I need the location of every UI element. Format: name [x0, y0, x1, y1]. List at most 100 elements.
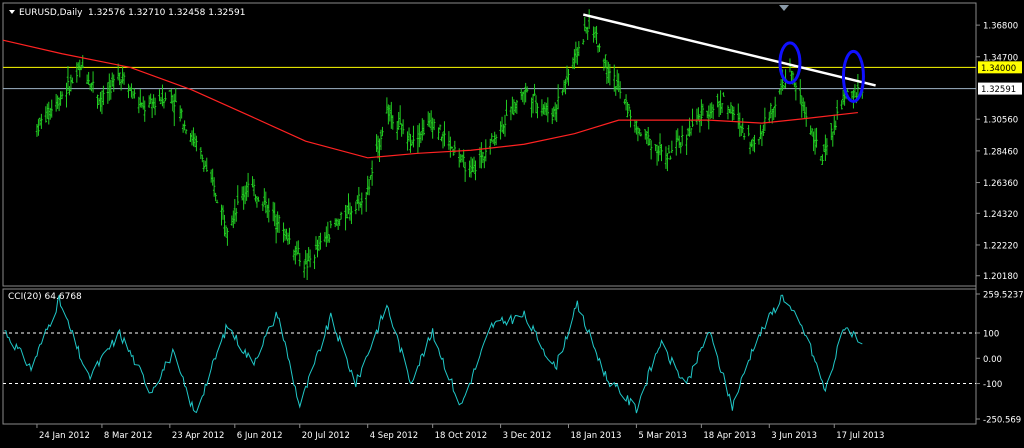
ohlc-bar — [267, 198, 270, 223]
ohlc-bar — [450, 146, 454, 150]
ohlc-bar — [586, 26, 589, 40]
ohlc-bar — [88, 83, 92, 91]
ohlc-bar — [524, 82, 527, 103]
ohlc-bar — [263, 188, 266, 206]
ohlc-bar — [536, 103, 539, 119]
ohlc-bar — [831, 131, 834, 147]
ohlc-bar — [215, 199, 219, 204]
ohlc-bar — [37, 119, 40, 136]
ohlc-bar — [96, 94, 99, 109]
ohlc-bar — [850, 90, 854, 99]
ohlc-bar — [595, 25, 598, 44]
ohlc-bar — [251, 176, 254, 188]
ohlc-bar — [143, 100, 146, 122]
ohlc-bar — [675, 130, 678, 156]
ohlc-bar — [716, 93, 719, 108]
ohlc-bar — [799, 79, 802, 104]
ohlc-bar — [679, 142, 682, 154]
moving-average-layer — [2, 39, 858, 159]
ohlc-bar — [654, 144, 657, 152]
ohlc-bar — [178, 105, 182, 122]
ohlc-bar — [345, 205, 349, 219]
ohlc-bar — [350, 206, 353, 225]
ohlc-bar — [802, 97, 805, 112]
ohlc-bar — [379, 129, 383, 151]
ohlc-bar — [738, 112, 741, 137]
ohlc-bar — [830, 123, 833, 141]
ohlc-bar — [240, 186, 244, 201]
ohlc-bar — [585, 26, 588, 34]
ohlc-bar — [205, 157, 208, 172]
ohlc-bar — [605, 60, 609, 84]
ohlc-bar — [805, 106, 808, 127]
ohlc-bar — [388, 105, 392, 122]
ohlc-bar — [710, 102, 713, 119]
dropdown-triangle-icon[interactable] — [9, 10, 15, 14]
ohlc-bar — [676, 128, 679, 141]
price-tick-label: 1.20180 — [983, 272, 1018, 282]
ohlc-bar — [836, 99, 839, 120]
ohlc-bar — [75, 62, 79, 83]
ohlc-bar — [648, 138, 651, 146]
ohlc-bar — [277, 214, 281, 233]
ohlc-bar — [769, 102, 772, 118]
ohlc-bar — [747, 125, 750, 137]
cci-tick-label: 100 — [983, 329, 999, 339]
ohlc-bar — [740, 125, 743, 137]
ohlc-bar — [153, 97, 157, 116]
ohlc-bar — [406, 131, 409, 151]
ohlc-bar — [118, 72, 121, 86]
ohlc-bar — [298, 252, 301, 267]
ohlc-bar — [329, 220, 332, 229]
ohlc-bar — [183, 120, 186, 131]
ohlc-bar — [254, 194, 257, 202]
ohlc-bar — [853, 84, 857, 98]
ohlc-bar — [359, 201, 362, 208]
ohlc-bar — [666, 153, 669, 172]
ohlc-bar — [235, 208, 238, 222]
ohlc-bar — [397, 111, 400, 130]
ohlc-bar — [193, 133, 197, 148]
time-tick-label: 18 Oct 2012 — [435, 431, 488, 441]
ohlc-bar — [583, 16, 586, 32]
cci-tick-label: -100 — [983, 380, 1002, 390]
ohlc-bar — [360, 192, 363, 215]
ohlc-bar — [412, 125, 415, 148]
ohlc-bar — [209, 169, 213, 183]
symbol-label: EURUSD,Daily — [19, 8, 83, 18]
ohlc-bar — [252, 178, 256, 197]
ohlc-bar — [230, 215, 234, 226]
chart-window: 1.34000 1.32591 1.36800 1.34700 1.30560 1.28… — [0, 0, 1024, 444]
ohlc-bar — [40, 113, 43, 129]
price-tick-label: 1.24320 — [983, 210, 1018, 220]
ohlc-bar — [639, 132, 643, 137]
ohlc-bar — [161, 84, 164, 107]
ohlc-bar — [689, 128, 693, 136]
ohlc-bar — [106, 82, 110, 104]
ohlc-bar — [463, 161, 467, 182]
ohlc-bar — [122, 72, 126, 85]
ohlc-bar — [531, 93, 535, 114]
price-tick-label: 1.28460 — [983, 147, 1018, 157]
ohlc-bar — [192, 127, 195, 147]
ohlc-bar — [347, 193, 350, 215]
ohlc-bar — [592, 26, 595, 43]
cci-tick-label: 259.5237 — [983, 291, 1024, 301]
ohlc-bar — [459, 154, 462, 163]
ohlc-bar — [638, 128, 641, 135]
ohlc-bar — [649, 140, 653, 160]
ohlc-bar — [441, 132, 445, 149]
ohlc-bar — [596, 44, 600, 53]
ohlc-bar — [133, 88, 136, 99]
ohlc-bar — [211, 168, 214, 186]
ohlc-bar — [574, 41, 578, 64]
shift-marker-icon[interactable] — [779, 5, 789, 11]
time-tick-label: 24 Jan 2012 — [39, 431, 90, 441]
cci-tick-label: 0.00 — [983, 355, 1002, 365]
ohlc-bar — [489, 138, 492, 155]
ohlc-bar — [742, 133, 746, 140]
ohlc-bar — [304, 250, 307, 265]
ohlc-bar — [264, 191, 268, 214]
ohlc-bar — [819, 156, 823, 162]
ohlc-bar — [502, 124, 505, 134]
